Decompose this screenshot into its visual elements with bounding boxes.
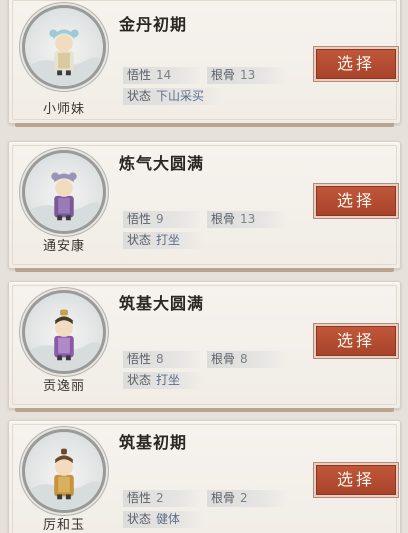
select-button[interactable]: 选择: [316, 186, 396, 216]
disciple-card: 厉和玉 筑基初期 悟性 2 根骨 2 状态 健体 选择: [8, 420, 401, 533]
character-name: 贡逸丽: [42, 379, 85, 394]
disciple-list: 小师妹 金丹初期 悟性 14 根骨 13 状态 下山采买 选择 通安康 炼气大圆满 悟…: [0, 0, 408, 533]
stat-wuxing: 悟性 9: [123, 211, 203, 228]
disciple-card: 通安康 炼气大圆满 悟性 9 根骨 13 状态 打坐 选择: [8, 141, 401, 272]
stat-state: 状态 打坐: [123, 232, 203, 249]
character-name: 小师妹: [42, 102, 85, 117]
cultivation-realm: 金丹初期: [119, 15, 188, 34]
stat-gengu: 根骨 8: [207, 351, 287, 368]
character-portrait-icon: [25, 448, 103, 510]
avatar[interactable]: [22, 429, 106, 513]
select-button[interactable]: 选择: [316, 465, 396, 495]
character-portrait-icon: [25, 309, 103, 371]
stat-gengu: 根骨 13: [207, 67, 287, 84]
cultivation-realm: 炼气大圆满: [119, 154, 205, 173]
avatar[interactable]: [22, 5, 106, 89]
stat-wuxing: 悟性 2: [123, 490, 203, 507]
stat-gengu: 根骨 2: [207, 490, 287, 507]
stat-wuxing: 悟性 14: [123, 67, 203, 84]
select-button[interactable]: 选择: [316, 49, 396, 79]
stat-state: 状态 下山采买: [123, 88, 223, 105]
character-name: 通安康: [42, 239, 85, 254]
stat-gengu: 根骨 13: [207, 211, 287, 228]
stat-state: 状态 健体: [123, 511, 203, 528]
cultivation-realm: 筑基初期: [119, 433, 188, 452]
avatar[interactable]: [22, 150, 106, 234]
cultivation-realm: 筑基大圆满: [119, 294, 205, 313]
stat-wuxing: 悟性 8: [123, 351, 203, 368]
avatar[interactable]: [22, 290, 106, 374]
stat-state: 状态 打坐: [123, 372, 203, 389]
character-portrait-icon: [25, 29, 103, 86]
disciple-card: 贡逸丽 筑基大圆满 悟性 8 根骨 8 状态 打坐 选择: [8, 281, 401, 412]
select-button[interactable]: 选择: [316, 326, 396, 356]
disciple-card: 小师妹 金丹初期 悟性 14 根骨 13 状态 下山采买 选择: [8, 0, 401, 127]
character-portrait-icon: [25, 172, 103, 231]
character-name: 厉和玉: [42, 518, 85, 533]
